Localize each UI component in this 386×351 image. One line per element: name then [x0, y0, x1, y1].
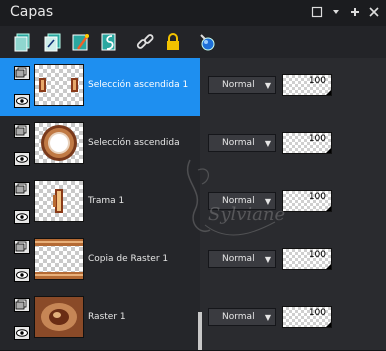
opacity-corner	[326, 90, 331, 95]
close-icon[interactable]	[368, 6, 380, 18]
layer-thumbnail	[34, 64, 84, 106]
opacity-value: 100	[308, 250, 326, 260]
chevron-down-icon: ▼	[264, 139, 271, 148]
layer-name: Selección ascendida	[88, 138, 180, 148]
new-mask-layer-icon[interactable]	[70, 31, 92, 53]
opacity-value: 100	[308, 134, 326, 144]
layer-controls: Normal ▼ 100	[200, 58, 386, 117]
blend-mode-dropdown[interactable]: Normal ▼	[208, 192, 276, 210]
blend-mode-dropdown[interactable]: Normal ▼	[208, 134, 276, 152]
blend-mode-dropdown[interactable]: Normal ▼	[208, 308, 276, 326]
layer-group-icon[interactable]	[14, 124, 30, 138]
layer-thumbnail	[34, 296, 84, 338]
chevron-down-icon: ▼	[264, 255, 271, 264]
blend-mode-value: Normal	[222, 80, 255, 90]
layer-thumbnail	[34, 122, 84, 164]
restore-icon[interactable]	[311, 6, 323, 18]
layer-toggles	[12, 116, 34, 174]
layer-name: Copia de Raster 1	[88, 254, 169, 264]
lock-icon[interactable]	[162, 31, 184, 53]
title-bar: Capas	[0, 0, 386, 26]
layer-controls: Normal ▼ 100	[200, 116, 386, 175]
new-adjustment-layer-icon[interactable]	[98, 31, 120, 53]
opacity-field[interactable]: 100	[282, 74, 332, 96]
blend-mode-dropdown[interactable]: Normal ▼	[208, 76, 276, 94]
layer-thumbnail	[34, 180, 84, 222]
chevron-down-icon: ▼	[264, 197, 271, 206]
layer-group-icon[interactable]	[14, 298, 30, 312]
layer-toggles	[12, 58, 34, 116]
opacity-field[interactable]: 100	[282, 306, 332, 328]
blend-mode-value: Normal	[222, 138, 255, 148]
opacity-corner	[326, 148, 331, 153]
eye-icon[interactable]	[14, 210, 30, 224]
chevron-down-icon: ▼	[264, 313, 271, 322]
opacity-value: 100	[308, 192, 326, 202]
panel-title: Capas	[10, 4, 54, 20]
opacity-corner	[326, 206, 331, 211]
layer-row[interactable]: Selección ascendida 1	[0, 58, 200, 117]
layer-row[interactable]: Copia de Raster 1	[0, 232, 200, 291]
menu-icon[interactable]	[349, 6, 361, 18]
layer-name: Trama 1	[88, 196, 125, 206]
layer-name: Selección ascendida 1	[88, 80, 189, 90]
opacity-corner	[326, 322, 331, 327]
layer-thumbnail	[34, 238, 84, 280]
opacity-field[interactable]: 100	[282, 132, 332, 154]
new-raster-layer-icon[interactable]	[12, 31, 34, 53]
layer-toggles	[12, 290, 34, 348]
opacity-field[interactable]: 100	[282, 248, 332, 270]
eye-icon[interactable]	[14, 326, 30, 340]
eye-icon[interactable]	[14, 94, 30, 108]
layer-group-icon[interactable]	[14, 240, 30, 254]
layer-row[interactable]: Trama 1	[0, 174, 200, 233]
eyedropper-icon[interactable]	[196, 31, 218, 53]
blend-mode-dropdown[interactable]: Normal ▼	[208, 250, 276, 268]
eye-icon[interactable]	[14, 268, 30, 282]
new-vector-layer-icon[interactable]	[42, 31, 64, 53]
toolbar	[0, 26, 386, 59]
chevron-down-icon: ▼	[264, 81, 271, 90]
opacity-field[interactable]: 100	[282, 190, 332, 212]
window-buttons	[311, 6, 380, 18]
layer-group-icon[interactable]	[14, 66, 30, 80]
layer-controls: Normal ▼ 100	[200, 232, 386, 291]
opacity-corner	[326, 264, 331, 269]
layers-panel: Capas Selección ascendida 1 Normal ▼ 100…	[0, 0, 386, 351]
layer-group-icon[interactable]	[14, 182, 30, 196]
eye-icon[interactable]	[14, 152, 30, 166]
layers-list: Selección ascendida 1 Normal ▼ 100 Selec…	[0, 58, 386, 351]
layer-controls: Normal ▼ 100	[200, 174, 386, 233]
blend-mode-value: Normal	[222, 312, 255, 322]
blend-mode-value: Normal	[222, 254, 255, 264]
pin-icon[interactable]	[330, 6, 342, 18]
blend-mode-value: Normal	[222, 196, 255, 206]
opacity-value: 100	[308, 76, 326, 86]
layer-toggles	[12, 174, 34, 232]
layer-row[interactable]: Selección ascendida	[0, 116, 200, 175]
layer-row[interactable]: Raster 1	[0, 290, 200, 351]
opacity-value: 100	[308, 308, 326, 318]
scrollbar-thumb[interactable]	[198, 312, 202, 350]
layer-toggles	[12, 232, 34, 290]
link-icon[interactable]	[134, 31, 156, 53]
layer-name: Raster 1	[88, 312, 126, 322]
layer-controls: Normal ▼ 100	[200, 290, 386, 351]
